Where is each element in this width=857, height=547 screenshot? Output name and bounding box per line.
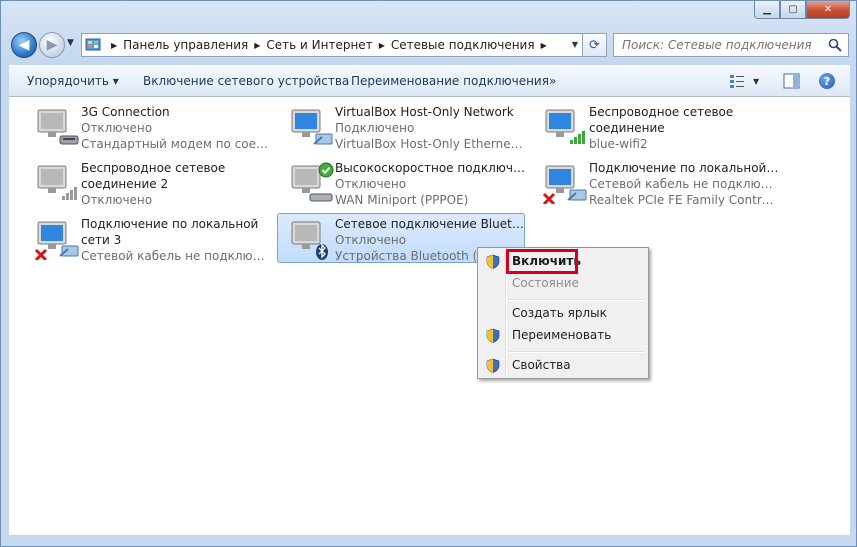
control-panel-icon <box>85 38 101 51</box>
menu-item-rename[interactable]: Переименовать <box>480 325 646 347</box>
command-bar: Упорядочить ▾ Включение сетевого устройс… <box>9 65 850 97</box>
connections-list: 3G Connection Отключено Стандартный моде… <box>9 97 850 535</box>
maximize-button[interactable]: ▢ <box>780 1 806 19</box>
lan-disconnected-icon <box>542 165 587 204</box>
connection-status: Отключено <box>81 193 153 207</box>
breadcrumb: ▶ Панель управления ▶ Сеть и Интернет ▶ … <box>105 38 553 52</box>
connection-item-wireless-2[interactable]: Беспроводное сетевое соединение 2 Отключ… <box>23 157 271 207</box>
menu-separator <box>508 351 644 353</box>
connection-device: WAN Miniport (PPPOE) <box>335 193 469 207</box>
minimize-button[interactable]: ▁ <box>754 1 780 19</box>
broadband-connection-icon <box>291 162 334 202</box>
network-modem-icon <box>37 109 79 145</box>
wireless-network-icon <box>545 109 585 144</box>
connection-name: VirtualBox Host-Only Network <box>335 105 514 119</box>
menu-separator <box>508 299 644 301</box>
connection-item-3g[interactable]: 3G Connection Отключено Стандартный моде… <box>23 101 271 151</box>
connection-name: Сетевое подключение Bluetooth <box>335 217 525 231</box>
uac-shield-icon <box>486 328 500 343</box>
network-adapter-icon <box>291 109 333 145</box>
search-box[interactable] <box>613 33 849 57</box>
connection-text: Беспроводное сетевое соединение blue-wif… <box>589 104 779 152</box>
connection-status: Отключено <box>81 121 153 135</box>
back-button[interactable]: ◀ <box>11 32 37 58</box>
view-options-icon <box>730 75 744 88</box>
close-button[interactable]: ✕ <box>806 1 850 19</box>
connection-device: Сетевой кабель не подключен <box>81 249 271 263</box>
address-bar[interactable]: ▶ Панель управления ▶ Сеть и Интернет ▶ … <box>81 33 583 57</box>
connection-text: Беспроводное сетевое соединение 2 Отключ… <box>81 160 271 208</box>
connection-text: Подключение по локальной сети Сетевой ка… <box>589 160 779 208</box>
connection-status: Отключено <box>335 177 407 191</box>
address-dropdown-icon[interactable]: ▼ <box>572 40 578 49</box>
connection-text: Высокоскоростное подключение Отключено W… <box>335 160 525 208</box>
explorer-window: ▁ ▢ ✕ ◀ ▶ ▼ ▶ Панель управления ▶ Сеть и… <box>0 0 857 547</box>
connection-name: Беспроводное сетевое соединение <box>589 105 734 135</box>
forward-button[interactable]: ▶ <box>39 32 65 58</box>
rename-connection-button[interactable]: Переименование подключения <box>351 74 549 88</box>
menu-item-label: Переименовать <box>512 328 612 342</box>
connection-item-lan[interactable]: Подключение по локальной сети Сетевой ка… <box>531 157 779 207</box>
highlight-annotation <box>506 249 578 274</box>
connection-item-virtualbox[interactable]: VirtualBox Host-Only Network Подключено … <box>277 101 525 151</box>
connection-text: 3G Connection Отключено Стандартный моде… <box>81 104 271 152</box>
refresh-button[interactable]: ⟳ <box>583 33 607 57</box>
refresh-icon: ⟳ <box>589 37 600 53</box>
breadcrumb-control-panel[interactable]: Панель управления <box>123 38 248 52</box>
connection-status: Сетевой кабель не подключен <box>589 177 779 191</box>
connection-device: Стандартный модем по соедине... <box>81 137 271 151</box>
navigation-bar: ◀ ▶ ▼ ▶ Панель управления ▶ Сеть и Интер… <box>9 30 849 60</box>
connection-item-lan-3[interactable]: Подключение по локальной сети 3 Сетевой … <box>23 213 271 263</box>
forward-arrow-icon: ▶ <box>46 37 58 53</box>
preview-pane-button[interactable] <box>783 73 800 92</box>
organize-button[interactable]: Упорядочить ▾ <box>27 74 119 88</box>
help-icon: ? <box>823 74 831 88</box>
connection-status: Отключено <box>335 233 407 247</box>
connection-status: Подключено <box>335 121 415 135</box>
uac-shield-icon <box>486 254 500 269</box>
preview-pane-icon <box>783 73 800 89</box>
breadcrumb-network-internet[interactable]: Сеть и Интернет <box>266 38 372 52</box>
menu-item-label: Свойства <box>512 358 571 372</box>
breadcrumb-separator-icon[interactable]: ▶ <box>111 41 117 50</box>
connection-device: blue-wifi2 <box>589 137 648 151</box>
view-dropdown-icon: ▼ <box>753 76 760 86</box>
more-commands-button[interactable]: » <box>549 74 556 88</box>
breadcrumb-separator-icon[interactable]: ▶ <box>541 41 547 50</box>
help-button[interactable]: ? <box>819 73 835 89</box>
enable-device-button[interactable]: Включение сетевого устройства <box>143 74 349 88</box>
bluetooth-network-icon <box>291 221 328 260</box>
back-arrow-icon: ◀ <box>18 37 30 53</box>
connection-device: VirtualBox Host-Only Ethernet Ad... <box>335 137 525 151</box>
caption-buttons: ▁ ▢ ✕ <box>754 1 850 19</box>
connection-name: 3G Connection <box>81 105 170 119</box>
connection-name: Подключение по локальной сети 3 <box>81 217 259 247</box>
menu-item-label: Создать ярлык <box>512 306 607 320</box>
connection-item-pppoe[interactable]: Высокоскоростное подключение Отключено W… <box>277 157 525 207</box>
menu-item-status[interactable]: Состояние <box>480 273 646 295</box>
connection-name: Беспроводное сетевое соединение 2 <box>81 161 226 191</box>
connection-text: Подключение по локальной сети 3 Сетевой … <box>81 216 271 264</box>
connection-item-wireless[interactable]: Беспроводное сетевое соединение blue-wif… <box>531 101 779 151</box>
uac-shield-icon <box>486 358 500 373</box>
lan-disconnected-icon <box>34 221 79 260</box>
change-view-button[interactable]: ▼ <box>729 73 759 89</box>
search-input[interactable] <box>620 37 824 53</box>
breadcrumb-separator-icon[interactable]: ▶ <box>254 41 260 50</box>
connection-name: Высокоскоростное подключение <box>335 161 525 175</box>
menu-item-create-shortcut[interactable]: Создать ярлык <box>480 303 646 325</box>
breadcrumb-separator-icon[interactable]: ▶ <box>379 41 385 50</box>
recent-pages-button[interactable]: ▼ <box>67 38 77 52</box>
connection-name: Подключение по локальной сети <box>589 161 779 175</box>
menu-item-properties[interactable]: Свойства <box>480 355 646 377</box>
connection-device: Realtek PCIe FE Family Controller <box>589 193 779 207</box>
menu-item-label: Состояние <box>512 276 579 290</box>
connection-text: VirtualBox Host-Only Network Подключено … <box>335 104 525 152</box>
breadcrumb-network-connections[interactable]: Сетевые подключения <box>391 38 535 52</box>
wireless-network-icon <box>37 165 77 200</box>
search-icon[interactable] <box>828 38 842 52</box>
